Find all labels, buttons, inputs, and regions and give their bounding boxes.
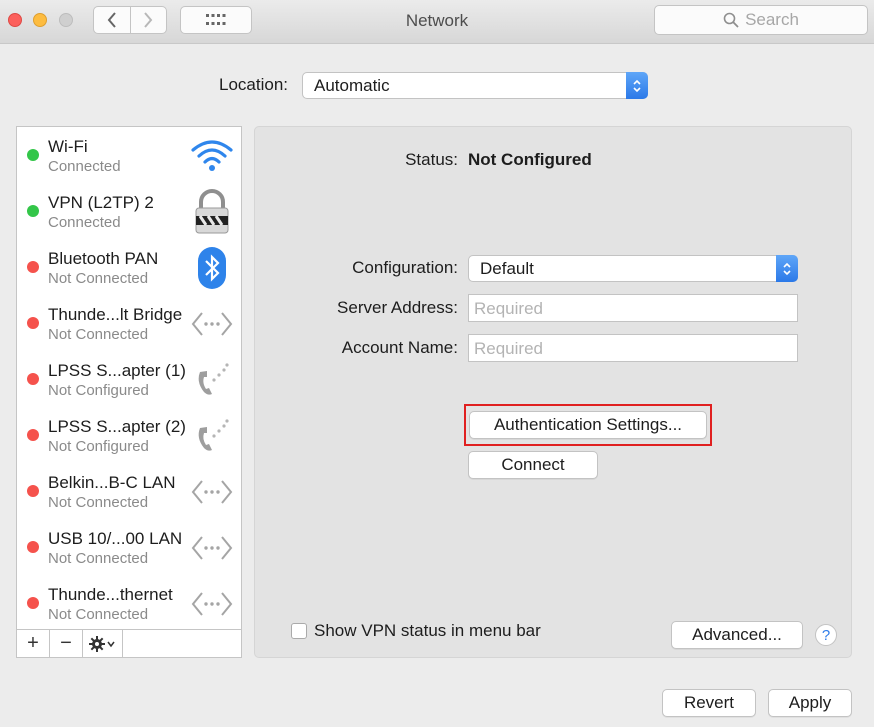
service-status: Not Configured: [48, 382, 149, 399]
account-name-field[interactable]: Required: [468, 334, 798, 362]
server-address-field[interactable]: Required: [468, 294, 798, 322]
service-item-thunderbolt-bridge[interactable]: Thunde...lt Bridge Not Connected: [17, 295, 241, 351]
search-placeholder: Search: [745, 10, 799, 29]
service-name: Thunde...thernet: [48, 585, 173, 604]
service-item-vpn[interactable]: VPN (L2TP) 2 Connected: [17, 183, 241, 239]
service-status: Not Connected: [48, 606, 149, 623]
status-dot: [27, 373, 39, 385]
service-item-bluetooth[interactable]: Bluetooth PAN Not Connected: [17, 239, 241, 295]
status-value: Not Configured: [468, 150, 592, 169]
bluetooth-icon: [189, 245, 235, 291]
service-item-wifi[interactable]: Wi-Fi Connected: [17, 127, 241, 183]
location-label: Location:: [219, 75, 288, 94]
authentication-settings-button[interactable]: Authentication Settings...: [469, 411, 707, 439]
service-name: USB 10/...00 LAN: [48, 529, 183, 548]
popup-arrows-icon: [776, 255, 798, 282]
service-name: LPSS S...apter (1): [48, 361, 186, 380]
phone-modem-icon: [189, 357, 235, 403]
service-name: VPN (L2TP) 2: [48, 193, 154, 212]
service-status: Connected: [48, 158, 121, 175]
status-dot: [27, 205, 39, 217]
service-item-thunderbolt-ethernet[interactable]: Thunde...thernet Not Connected: [17, 575, 241, 629]
title-bar: Network Search: [0, 0, 874, 44]
ethernet-arrows-icon: [189, 525, 235, 571]
account-name-label: Account Name:: [341, 338, 458, 357]
help-button[interactable]: ?: [815, 624, 837, 646]
service-item-usb-lan[interactable]: USB 10/...00 LAN Not Connected: [17, 519, 241, 575]
configuration-value: Default: [480, 258, 534, 278]
revert-button[interactable]: Revert: [662, 689, 756, 717]
service-name: Bluetooth PAN: [48, 249, 159, 268]
service-item-lpss-2[interactable]: LPSS S...apter (2) Not Configured: [17, 407, 241, 463]
show-vpn-status-label: Show VPN status in menu bar: [314, 621, 541, 640]
popup-arrows-icon: [626, 72, 648, 99]
service-status: Not Connected: [48, 270, 149, 287]
ethernet-arrows-icon: [189, 301, 235, 347]
status-dot: [27, 317, 39, 329]
location-value: Automatic: [314, 75, 390, 95]
status-dot: [27, 149, 39, 161]
status-label: Status:: [405, 150, 458, 169]
service-actions-button[interactable]: [83, 630, 123, 657]
configuration-popup[interactable]: Default: [468, 255, 798, 282]
add-service-button[interactable]: +: [17, 630, 50, 657]
status-dot: [27, 429, 39, 441]
service-list: Wi-Fi Connected VPN (L2TP) 2 Connected B…: [16, 126, 242, 630]
search-icon: [723, 12, 739, 28]
service-status: Not Connected: [48, 550, 149, 567]
status-dot: [27, 261, 39, 273]
service-status: Not Configured: [48, 438, 149, 455]
show-vpn-status-checkbox[interactable]: [291, 623, 307, 639]
configuration-label: Configuration:: [352, 258, 458, 277]
status-dot: [27, 485, 39, 497]
service-item-belkin-lan[interactable]: Belkin...B-C LAN Not Connected: [17, 463, 241, 519]
ethernet-arrows-icon: [189, 469, 235, 515]
service-name: Belkin...B-C LAN: [48, 473, 176, 492]
search-field[interactable]: Search: [654, 5, 868, 35]
service-name: Wi-Fi: [48, 137, 88, 156]
server-address-label: Server Address:: [337, 298, 458, 317]
service-status: Connected: [48, 214, 121, 231]
remove-service-button[interactable]: −: [50, 630, 83, 657]
wifi-icon: [189, 133, 235, 179]
phone-modem-icon: [189, 413, 235, 459]
service-status: Not Connected: [48, 494, 149, 511]
location-popup[interactable]: Automatic: [302, 72, 648, 99]
connect-button[interactable]: Connect: [468, 451, 598, 479]
service-list-toolbar: + −: [16, 630, 242, 658]
vpn-lock-icon: [189, 189, 235, 235]
gear-icon: [88, 635, 115, 652]
status-dot: [27, 597, 39, 609]
ethernet-arrows-icon: [189, 581, 235, 627]
service-item-lpss-1[interactable]: LPSS S...apter (1) Not Configured: [17, 351, 241, 407]
vpn-detail-panel: Status: Not Configured Configuration: De…: [254, 126, 852, 658]
service-status: Not Connected: [48, 326, 149, 343]
status-dot: [27, 541, 39, 553]
advanced-button[interactable]: Advanced...: [671, 621, 803, 649]
service-name: LPSS S...apter (2): [48, 417, 186, 436]
apply-button[interactable]: Apply: [768, 689, 852, 717]
service-name: Thunde...lt Bridge: [48, 305, 183, 324]
